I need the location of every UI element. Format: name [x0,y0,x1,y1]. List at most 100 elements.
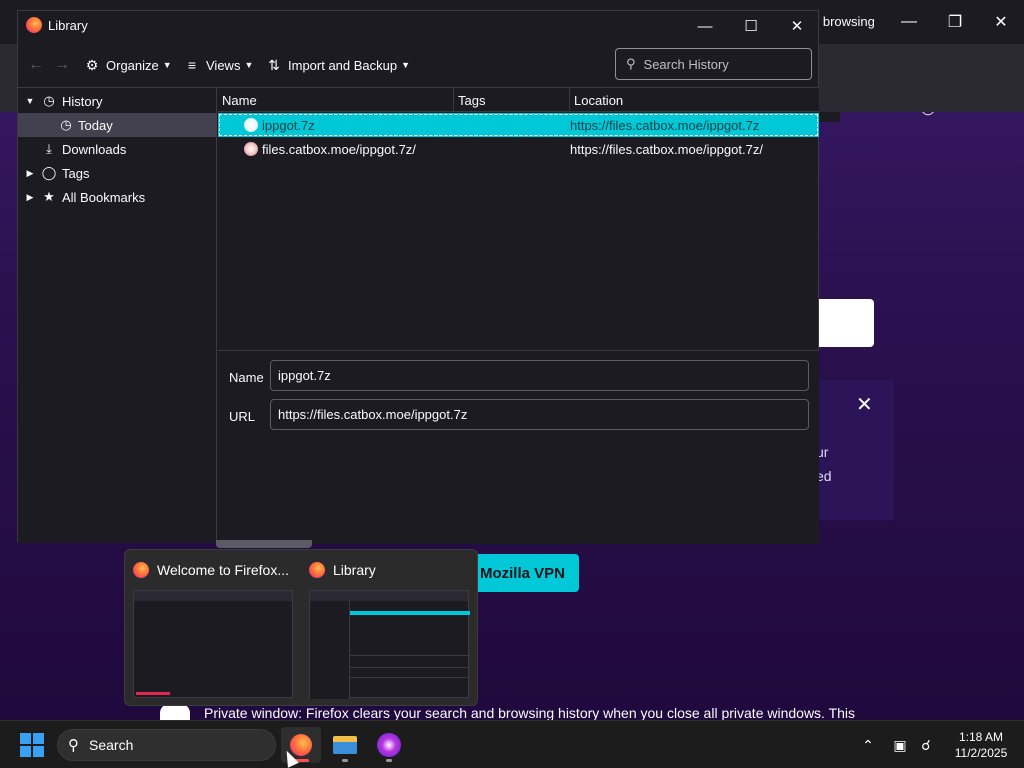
sidebar-item-all-bookmarks[interactable]: ▶ ★ All Bookmarks [18,185,217,209]
firefox-icon [26,17,42,33]
library-window: Library — ☐ ✕ ← → ⚙ Organize ▼ ≡ Views ▼… [17,10,819,544]
preview-library[interactable]: Library [301,550,477,707]
table-row[interactable]: files.catbox.moe/ippgot.7z/ https://file… [218,137,819,161]
window-title: Library [48,18,88,33]
sidebar-item-tags[interactable]: ▶ ◯ Tags [18,161,217,185]
search-icon: ⚲ [68,737,79,754]
preview-title: Library [333,562,376,578]
clock-date: 11/2/2025 [954,746,1008,760]
column-header-name[interactable]: Name [218,88,454,112]
forward-arrow-icon[interactable]: → [52,55,72,75]
sidebar-item-label: All Bookmarks [62,189,146,205]
preview-thumbnail [133,590,293,698]
taskbar-search-label: Search [89,737,134,753]
preview-title: Welcome to Firefox... [157,562,290,578]
private-browsing-icon [377,733,401,757]
close-icon[interactable]: ✕ [774,11,820,41]
organize-label: Organize [106,57,159,73]
taskbar-preview-popup: Welcome to Firefox... Library [124,549,478,706]
network-icon[interactable]: ▣ [890,733,910,757]
minimize-icon[interactable]: — [894,8,924,36]
table-row[interactable]: ippgot.7z https://files.catbox.moe/ippgo… [218,113,819,137]
sidebar-item-downloads[interactable]: ⤓ Downloads [18,137,217,161]
search-icon: ⚲ [626,56,636,71]
clock-icon: ◷ [60,117,72,132]
views-label: Views [206,57,241,73]
taskbar-file-explorer[interactable] [325,727,365,763]
chevron-down-icon[interactable]: ▼ [24,95,36,107]
firefox-icon [133,562,149,578]
download-icon: ⤓ [46,141,52,156]
url-input[interactable] [271,400,808,429]
views-button[interactable]: ≡ Views ▼ [184,53,253,77]
star-icon: ★ [43,189,55,204]
name-field[interactable] [270,360,809,391]
folder-icon [333,736,357,754]
gear-icon: ⚙ [85,56,99,73]
import-backup-button[interactable]: ⇅ Import and Backup ▼ [266,53,410,77]
volume-muted-icon[interactable]: ☌ [916,733,936,757]
taskbar: ⚲ Search ⌃ ▣ ☌ 1:18 AM 11/2/2025 [0,720,1024,768]
taskbar-firefox-private[interactable] [369,727,409,763]
chevron-up-icon[interactable]: ⌃ [858,733,878,757]
minimize-icon[interactable]: — [682,11,728,41]
history-content: Name Tags Location ippgot.7z https://fil… [218,88,819,544]
chevron-down-icon: ▼ [244,60,254,70]
column-header-location[interactable]: Location [570,88,819,112]
url-field[interactable] [270,399,809,430]
close-icon[interactable]: ✕ [986,8,1016,36]
details-pane: Name URL [218,350,819,544]
name-field-label: Name [229,370,264,385]
sort-arrows-icon: ⇅ [268,56,280,73]
firefox-icon [309,562,325,578]
maximize-icon[interactable]: ☐ [728,11,774,41]
library-body: ▼ ◷ History ◷ Today ⤓ Downloads ▶ ◯ Tags… [18,87,819,544]
column-header-tags[interactable]: Tags [454,88,570,112]
back-arrow-icon[interactable]: ← [26,55,46,75]
import-backup-label: Import and Backup [288,57,398,73]
clock-time: 1:18 AM [958,730,1004,744]
row-location: https://files.catbox.moe/ippgot.7z [570,118,760,133]
sidebar-item-label: Downloads [62,141,127,157]
chevron-right-icon[interactable]: ▶ [24,191,36,203]
close-icon[interactable]: ✕ [856,392,873,417]
clock-icon: ◷ [43,93,55,108]
favicon-icon [244,142,258,156]
places-sidebar: ▼ ◷ History ◷ Today ⤓ Downloads ▶ ◯ Tags… [18,88,217,543]
history-search[interactable]: ⚲ [615,48,812,80]
favicon-icon [244,118,258,132]
organize-button[interactable]: ⚙ Organize ▼ [84,53,172,77]
library-toolbar: ← → ⚙ Organize ▼ ≡ Views ▼ ⇅ Import and … [18,45,818,85]
private-notice-text: Private window: Firefox clears your sear… [204,705,856,721]
preview-welcome-firefox[interactable]: Welcome to Firefox... [125,550,301,707]
library-titlebar[interactable]: Library — ☐ ✕ [18,11,818,41]
sidebar-item-label: Today [78,117,113,133]
sidebar-item-label: Tags [62,165,90,181]
search-input[interactable] [643,56,794,72]
sidebar-item-label: History [62,93,103,109]
sidebar-item-history[interactable]: ▼ ◷ History [18,89,217,113]
running-indicator [386,759,392,762]
history-rows: ippgot.7z https://files.catbox.moe/ippgo… [218,112,819,350]
row-location: https://files.catbox.moe/ippgot.7z/ [570,142,763,157]
running-indicator [342,759,348,762]
background-tab-title[interactable]: e browsing [812,14,875,29]
row-name: ippgot.7z [262,118,315,133]
url-field-label: URL [229,409,256,424]
start-windows-icon[interactable] [20,733,44,757]
system-clock[interactable]: 1:18 AM 11/2/2025 [944,729,1018,761]
restore-icon[interactable]: ❐ [940,8,970,36]
taskbar-search[interactable]: ⚲ Search [57,729,276,761]
tag-icon: ◯ [41,165,57,180]
row-name: files.catbox.moe/ippgot.7z/ [262,142,416,157]
chevron-down-icon: ▼ [401,60,411,70]
chevron-down-icon: ▼ [162,60,172,70]
background-search-box[interactable] [816,299,874,347]
sidebar-item-today[interactable]: ◷ Today [18,113,217,137]
mozilla-vpn-button[interactable]: Mozilla VPN [466,554,579,592]
chevron-right-icon[interactable]: ▶ [24,167,36,179]
column-headers: Name Tags Location [218,88,819,112]
name-input[interactable] [271,361,808,390]
list-icon: ≡ [187,57,197,73]
preview-header: Library [309,562,376,578]
